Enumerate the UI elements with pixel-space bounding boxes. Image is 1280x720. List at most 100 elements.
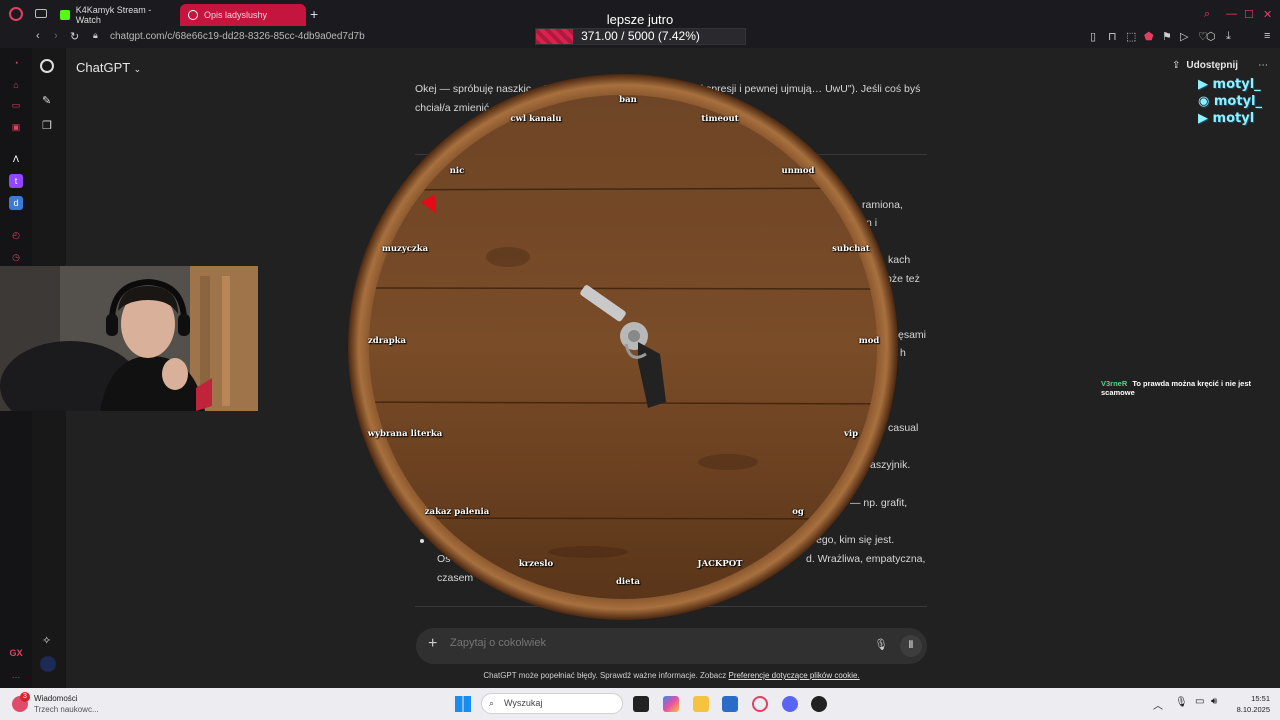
back-icon[interactable]: ‹	[36, 30, 40, 42]
wheel-segment-label: nic	[449, 166, 465, 176]
search-tabs-icon[interactable]: ⌕	[1204, 8, 1210, 21]
youtube-icon: ▶	[1198, 77, 1213, 92]
voice-mode-icon[interactable]: ⦀	[900, 635, 922, 657]
taskbar-search[interactable]: ⌕ Wyszukaj	[481, 693, 623, 714]
obs-icon[interactable]	[811, 696, 827, 712]
twitch-handle: ▶ motyl	[1198, 111, 1255, 126]
wheel-segment-label: wybrana literka	[367, 429, 443, 439]
date: 8.10.2025	[1236, 705, 1270, 714]
workspaces-icon[interactable]	[35, 9, 47, 18]
share-button[interactable]: ⇪ Udostępnij ⋯	[1172, 60, 1268, 71]
gx-corner-icon[interactable]: ⌂	[9, 78, 23, 92]
stream-goal-title: lepsze jutro	[606, 12, 674, 27]
prize-wheel[interactable]	[348, 72, 898, 622]
stream-chat-message: V3rneR To prawda można kręcić i nie jest…	[1101, 379, 1280, 397]
kick-favicon-icon	[60, 10, 70, 20]
messenger-icon[interactable]: ▭	[9, 98, 23, 112]
tab-label: Opis ladyslushy	[204, 10, 268, 20]
composer: + 🎙︎ ⦀	[416, 628, 927, 664]
opera-gx-icon[interactable]	[752, 696, 768, 712]
menu-icon[interactable]: ≡	[1264, 30, 1270, 42]
bookmark-icon[interactable]: ⚑	[1162, 30, 1172, 43]
search-icon: ⌕	[489, 698, 495, 708]
attach-plus-icon[interactable]: +	[428, 635, 437, 653]
wheel-segment-label: JACKPOT	[697, 559, 743, 569]
discord-handle: ◉ motyl_	[1198, 94, 1262, 109]
chevron-down-icon: ⌄	[133, 64, 142, 74]
history-icon[interactable]: ◴	[9, 228, 23, 242]
download-icon[interactable]: ⤓	[1226, 30, 1231, 43]
new-tab-button[interactable]: +	[310, 6, 318, 22]
shield-icon[interactable]: ⬟	[1144, 30, 1154, 43]
youtube-handle: ▶ motyl_	[1198, 77, 1261, 92]
gx-control-icon[interactable]: ◔	[9, 56, 23, 70]
chat-username: V3rneR	[1101, 379, 1128, 388]
share-icon: ⇪	[1172, 60, 1181, 71]
task-view-icon[interactable]	[633, 696, 649, 712]
library-icon[interactable]: ❐	[42, 119, 52, 132]
extensions-icon[interactable]: ⬡	[1206, 30, 1216, 43]
webcam-feed	[0, 266, 258, 411]
tab-k4kamyk[interactable]: K4Kamyk Stream - Watch	[52, 4, 176, 26]
tray-mic-icon[interactable]: 🎙︎	[1175, 697, 1188, 708]
url-field[interactable]: chatgpt.com/c/68e66c19-dd28-8326-85cc-4d…	[110, 31, 365, 42]
wheel-segment-label: subchat	[832, 244, 870, 254]
new-chat-icon[interactable]: ✎	[42, 94, 51, 107]
disclaimer: ChatGPT może popełniać błędy. Sprawdź wa…	[416, 671, 927, 680]
chatgpt-logo-icon[interactable]	[40, 59, 54, 73]
news-widget[interactable]: Wiadomości Trzech naukowc...	[34, 693, 99, 715]
discord-side-icon[interactable]: d	[9, 196, 23, 210]
stream-goal-progress-text: 371.00 / 5000 (7.42%)	[581, 29, 700, 43]
response-fragment: h	[900, 347, 906, 359]
windows-start-icon[interactable]	[455, 696, 471, 712]
more-options-icon[interactable]: ⋯	[1258, 60, 1268, 71]
file-explorer-icon[interactable]	[693, 696, 709, 712]
close-icon[interactable]: ✕	[1263, 8, 1272, 21]
network-icon[interactable]: ▭	[1195, 696, 1204, 707]
tab-opis[interactable]: Opis ladyslushy	[180, 4, 306, 26]
wheel-segment-label: zakaz palenia	[424, 507, 490, 517]
response-fragment: ęsami	[898, 329, 927, 341]
opera-logo-icon[interactable]	[9, 7, 23, 21]
minimize-icon[interactable]: —	[1226, 8, 1237, 20]
sparkle-icon[interactable]: ✧	[42, 634, 51, 647]
search-placeholder: Wyszukaj	[504, 698, 543, 708]
gx-badge[interactable]: GX	[9, 646, 23, 660]
forward-icon[interactable]: ›	[54, 30, 58, 42]
more-icon[interactable]: …	[9, 668, 23, 682]
snapshot-icon[interactable]: ⬚	[1126, 30, 1136, 43]
tiktok-icon: ▶	[1198, 111, 1213, 126]
reader-icon[interactable]: ▯	[1090, 30, 1096, 43]
store-icon[interactable]	[722, 696, 738, 712]
avatar[interactable]	[40, 656, 56, 672]
pin-icon[interactable]: ⊓	[1108, 30, 1117, 43]
wheel-segment-label: ban	[619, 95, 637, 105]
wheel-segment-label: vip	[843, 429, 859, 439]
webcam-person-image	[0, 266, 258, 411]
windows-taskbar: 3 Wiadomości Trzech naukowc... ⌕ Wyszuka…	[0, 688, 1280, 720]
copilot-icon[interactable]	[663, 696, 679, 712]
microphone-icon[interactable]: 🎙︎	[874, 638, 888, 651]
wheel-segment-label: cwl kanalu	[510, 114, 562, 124]
aria-icon[interactable]: ᐱ	[9, 152, 23, 166]
maximize-icon[interactable]: ☐	[1244, 8, 1254, 21]
lock-icon: 🔒︎	[93, 30, 98, 40]
player-icon[interactable]: ▷	[1180, 30, 1188, 43]
discord-icon[interactable]	[782, 696, 798, 712]
wheel-segment-label: dieta	[615, 577, 641, 587]
news-badge: 3	[20, 692, 30, 702]
taskbar-clock[interactable]: 15:51 8.10.2025	[1226, 693, 1270, 715]
model-selector[interactable]: ChatGPT ⌄	[76, 60, 141, 75]
player-side-icon[interactable]: ▣	[9, 120, 23, 134]
prompt-input[interactable]	[450, 637, 850, 649]
twitch-icon[interactable]: t	[9, 174, 23, 188]
tab-label: K4Kamyk Stream - Watch	[75, 5, 152, 25]
clock-icon[interactable]: ◷	[9, 250, 23, 264]
news-subtitle: Trzech naukowc...	[34, 705, 99, 714]
volume-icon[interactable]: 🔊︎	[1211, 696, 1217, 707]
cookie-preferences-link[interactable]: Preferencje dotyczące plików cookie.	[728, 671, 859, 680]
wheel-segment-label: og	[792, 507, 804, 517]
wheel-segment-label: timeout	[701, 114, 739, 124]
reload-icon[interactable]: ↻	[70, 30, 79, 43]
tray-chevron-icon[interactable]: ︿	[1153, 697, 1163, 712]
